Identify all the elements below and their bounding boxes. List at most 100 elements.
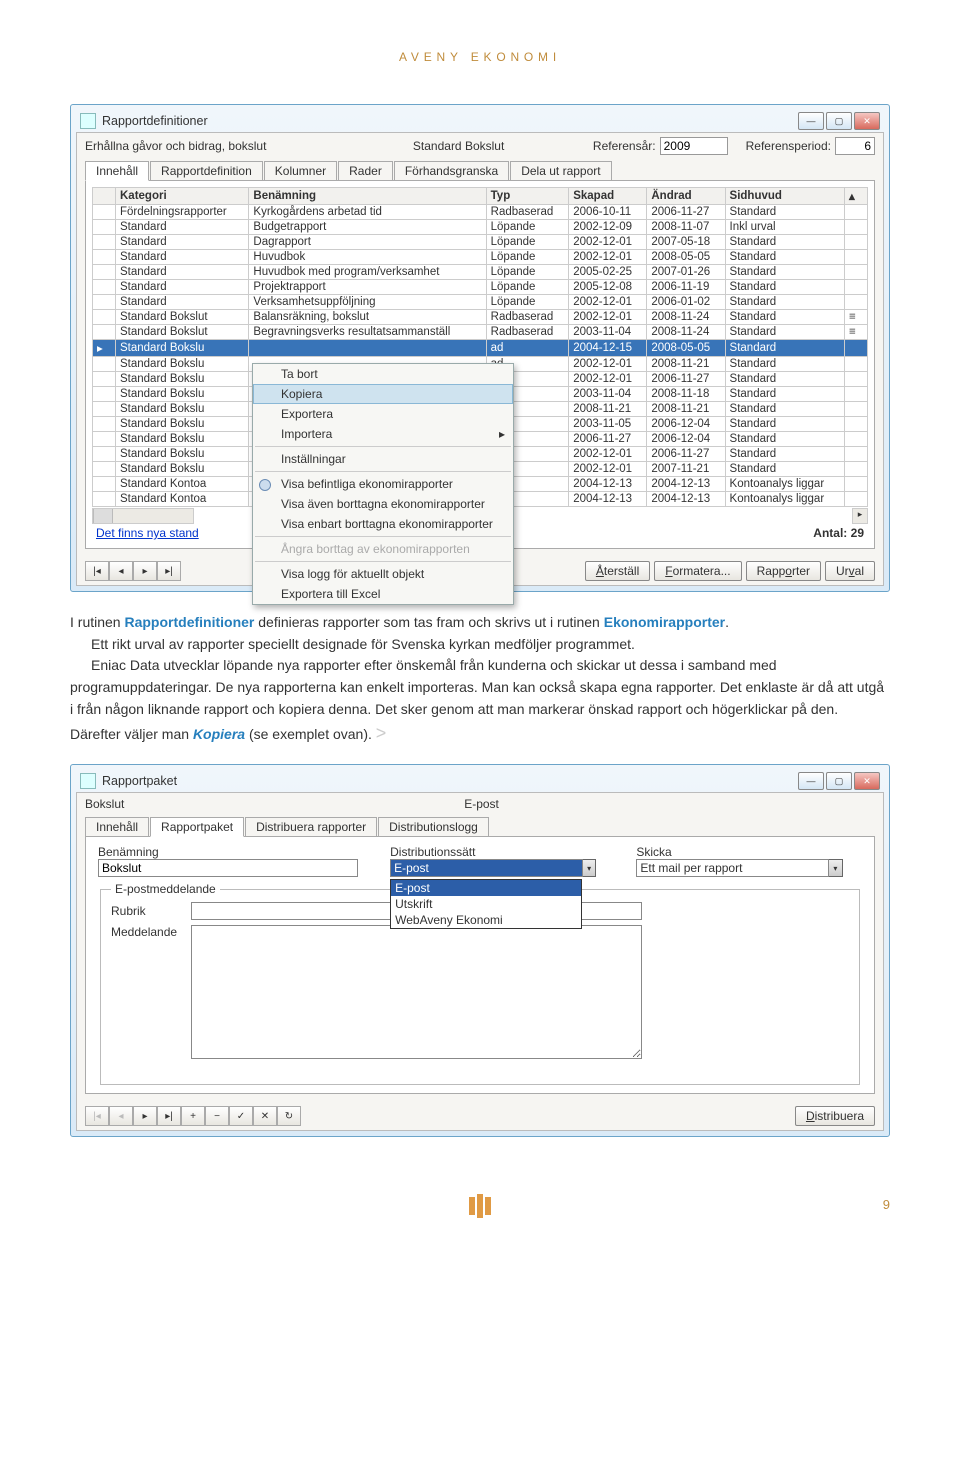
- format-button[interactable]: Formatera...: [654, 561, 741, 581]
- minimize-button[interactable]: —: [798, 772, 824, 790]
- app-icon: [80, 113, 96, 129]
- skicka-combo[interactable]: Ett mail per rapport ▾: [636, 859, 842, 877]
- term-rapportdefinitioner: Rapportdefinitioner: [124, 614, 254, 630]
- table-row[interactable]: StandardDagrapportLöpande2002-12-012007-…: [93, 235, 868, 250]
- minimize-button[interactable]: —: [798, 112, 824, 130]
- table-row[interactable]: FördelningsrapporterKyrkogårdens arbetad…: [93, 205, 868, 220]
- ctx-settings[interactable]: Inställningar: [253, 449, 513, 469]
- reports-button[interactable]: Rapporter: [746, 561, 821, 581]
- col-header[interactable]: Skapad: [569, 188, 647, 205]
- nav-next[interactable]: ▸: [133, 561, 157, 581]
- nav-refresh[interactable]: ↻: [277, 1106, 301, 1126]
- app-icon: [80, 773, 96, 789]
- count-value: 29: [851, 526, 864, 540]
- table-row[interactable]: ▸Standard Boksluad2004-12-152008-05-05St…: [93, 340, 868, 357]
- close-button[interactable]: ✕: [854, 112, 880, 130]
- opt-epost[interactable]: E-post: [391, 880, 581, 896]
- restore-button[interactable]: ÅÅterställterställ: [585, 561, 650, 581]
- window-title: Rapportdefinitioner: [102, 114, 792, 128]
- distributionssatt-label: Distributionssätt: [390, 845, 475, 859]
- dropdown-icon[interactable]: ▾: [829, 859, 843, 877]
- ctx-copy[interactable]: Kopiera: [253, 384, 513, 404]
- tab-distributionslogg[interactable]: Distributionslogg: [378, 817, 489, 836]
- maximize-button[interactable]: ▢: [826, 772, 852, 790]
- report-grid[interactable]: KategoriBenämningTypSkapadÄndradSidhuvud…: [92, 187, 868, 507]
- term-kopiera: Kopiera: [193, 726, 245, 742]
- selection-button[interactable]: Urval: [825, 561, 875, 581]
- ctx-export[interactable]: Exportera: [253, 404, 513, 424]
- nav-next[interactable]: ▸: [133, 1106, 157, 1126]
- nav-first[interactable]: |◂: [85, 561, 109, 581]
- page-header: AVENY EKONOMI: [70, 50, 890, 64]
- opt-webaveny[interactable]: WebAveny Ekonomi: [391, 912, 581, 928]
- tab-kolumner[interactable]: Kolumner: [264, 161, 337, 180]
- table-row[interactable]: StandardBudgetrapportLöpande2002-12-0920…: [93, 220, 868, 235]
- maximize-button[interactable]: ▢: [826, 112, 852, 130]
- epost-legend: E-postmeddelande: [111, 882, 220, 896]
- nav-last[interactable]: ▸|: [157, 561, 181, 581]
- col-header[interactable]: Sidhuvud: [725, 188, 844, 205]
- tab-rader[interactable]: Rader: [338, 161, 393, 180]
- benamning-input[interactable]: [98, 859, 358, 877]
- new-standard-link[interactable]: Det finns nya stand: [96, 526, 199, 540]
- nav-cancel[interactable]: ✕: [253, 1106, 277, 1126]
- tab-forhandsgranska[interactable]: Förhandsgranska: [394, 161, 509, 180]
- ctx-import[interactable]: Importera: [253, 424, 513, 444]
- table-row[interactable]: StandardHuvudbokLöpande2002-12-012008-05…: [93, 250, 868, 265]
- record-nav: |◂ ◂ ▸ ▸|: [85, 561, 181, 581]
- window-rapportdefinitioner: Rapportdefinitioner — ▢ ✕ Erhållna gåvor…: [70, 104, 890, 592]
- std-label: Standard Bokslut: [413, 139, 593, 153]
- table-row[interactable]: Standard BokslutBalansräkning, bokslutRa…: [93, 310, 868, 325]
- col-header[interactable]: Ändrad: [647, 188, 725, 205]
- table-row[interactable]: StandardHuvudbok med program/verksamhetL…: [93, 265, 868, 280]
- ctx-show-existing[interactable]: Visa befintliga ekonomirapporter: [253, 474, 513, 494]
- desc-mode: E-post: [464, 797, 499, 811]
- meddelande-input[interactable]: [191, 925, 642, 1059]
- table-row[interactable]: Standard BokslutBegravningsverks resulta…: [93, 325, 868, 340]
- col-header[interactable]: Kategori: [116, 188, 249, 205]
- nav-prev[interactable]: ◂: [109, 561, 133, 581]
- desc-bokslut: Bokslut: [85, 797, 464, 811]
- nav-add[interactable]: +: [181, 1106, 205, 1126]
- distributionssatt-combo[interactable]: E-post ▾: [390, 859, 596, 877]
- term-ekonomirapporter: Ekonomirapporter: [604, 614, 725, 630]
- nav-first: |◂: [85, 1106, 109, 1126]
- logo-icon: [469, 1197, 491, 1218]
- table-row[interactable]: StandardProjektrapportLöpande2005-12-082…: [93, 280, 868, 295]
- ctx-show-only-removed[interactable]: Visa enbart borttagna ekonomirapporter: [253, 514, 513, 534]
- count-label: Antal:: [813, 526, 847, 540]
- window-rapportpaket: Rapportpaket — ▢ ✕ Bokslut E-post Innehå…: [70, 764, 890, 1137]
- tab-innehall[interactable]: Innehåll: [85, 817, 149, 836]
- record-nav: |◂ ◂ ▸ ▸| + − ✓ ✕ ↻: [85, 1106, 301, 1126]
- tab-rapportdefinition[interactable]: Rapportdefinition: [150, 161, 263, 180]
- col-header[interactable]: Benämning: [249, 188, 486, 205]
- h-scrollbar[interactable]: [92, 508, 194, 524]
- nav-accept[interactable]: ✓: [229, 1106, 253, 1126]
- tab-innehall[interactable]: Innehåll: [85, 161, 149, 181]
- table-row[interactable]: StandardVerksamhetsuppföljningLöpande200…: [93, 295, 868, 310]
- ref-period-input[interactable]: [835, 137, 875, 155]
- tab-dela-ut[interactable]: Dela ut rapport: [510, 161, 611, 180]
- distribuera-button[interactable]: Distribuera: [795, 1106, 875, 1126]
- nav-last[interactable]: ▸|: [157, 1106, 181, 1126]
- benamning-label: Benämning: [98, 845, 159, 859]
- nav-remove[interactable]: −: [205, 1106, 229, 1126]
- meddelande-label: Meddelande: [111, 925, 191, 939]
- opt-utskrift[interactable]: Utskrift: [391, 896, 581, 912]
- ctx-show-removed[interactable]: Visa även borttagna ekonomirapporter: [253, 494, 513, 514]
- close-button[interactable]: ✕: [854, 772, 880, 790]
- context-menu: Ta bort Kopiera Exportera Importera Inst…: [252, 363, 514, 605]
- body-text: I rutinen Rapportdefinitioner definieras…: [70, 612, 890, 748]
- page-number: 9: [883, 1197, 890, 1212]
- ctx-export-excel[interactable]: Exportera till Excel: [253, 584, 513, 604]
- col-header[interactable]: Typ: [486, 188, 569, 205]
- dropdown-icon[interactable]: ▾: [583, 859, 597, 877]
- window-title: Rapportpaket: [102, 774, 792, 788]
- ctx-show-log[interactable]: Visa logg för aktuellt objekt: [253, 564, 513, 584]
- distributionssatt-dropdown: E-post Utskrift WebAveny Ekonomi: [390, 879, 582, 929]
- ref-year-input[interactable]: [660, 137, 728, 155]
- tab-distribuera[interactable]: Distribuera rapporter: [245, 817, 377, 836]
- rubrik-label: Rubrik: [111, 904, 191, 918]
- ctx-remove[interactable]: Ta bort: [253, 364, 513, 384]
- tab-rapportpaket[interactable]: Rapportpaket: [150, 817, 244, 837]
